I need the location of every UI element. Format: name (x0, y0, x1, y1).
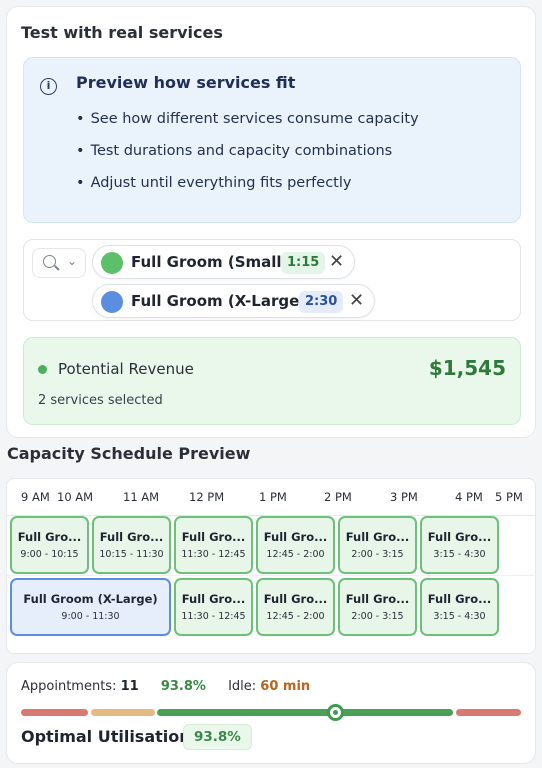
appointment-time: 2:00 - 3:15 (351, 549, 404, 560)
appointment-time: 12:45 - 2:00 (266, 611, 325, 622)
appointment-time: 9:00 - 11:30 (61, 611, 120, 622)
hour-label: 2 PM (324, 490, 352, 504)
appointment-time: 3:15 - 4:30 (433, 549, 486, 560)
utilisation-bar-low (21, 709, 88, 716)
appointment-name: Full Gro... (263, 530, 328, 544)
remove-service-icon[interactable]: ✕ (349, 290, 364, 311)
appointment-block[interactable]: Full Gro... 11:30 - 12:45 (174, 516, 253, 574)
appointment-block[interactable]: Full Gro... 3:15 - 4:30 (420, 516, 499, 574)
service-chip-name: Full Groom (Small) (131, 253, 289, 271)
appointment-name: Full Gro... (427, 592, 492, 606)
idle-value: 60 min (260, 679, 311, 694)
appointment-name: Full Gro... (345, 592, 410, 606)
appointment-time: 10:15 - 11:30 (99, 549, 164, 560)
appointments-label: Appointments: (21, 679, 117, 694)
service-chip-name: Full Groom (X-Large) (131, 292, 307, 310)
appointment-block[interactable]: Full Groom (X-Large) 9:00 - 11:30 (10, 578, 171, 636)
service-chip[interactable]: Full Groom (X-Large) 2:30 ✕ (92, 284, 375, 318)
appointment-name: Full Groom (X-Large) (23, 592, 158, 606)
info-bullet: See how different services consume capac… (76, 108, 419, 140)
test-services-card: Test with real services i Preview how se… (6, 6, 536, 438)
revenue-label: Potential Revenue (58, 360, 194, 378)
appointment-block[interactable]: Full Gro... 12:45 - 2:00 (256, 516, 335, 574)
appointment-block[interactable]: Full Gro... 2:00 - 3:15 (338, 516, 417, 574)
utilisation-status-label: Optimal Utilisation (21, 727, 191, 746)
appointment-time: 12:45 - 2:00 (266, 549, 325, 560)
appointment-name: Full Gro... (427, 530, 492, 544)
service-duration-badge: 1:15 (281, 252, 326, 274)
revenue-panel: Potential Revenue $1,545 2 services sele… (23, 337, 521, 425)
hour-label: 11 AM (123, 490, 160, 504)
appointment-block[interactable]: Full Gro... 3:15 - 4:30 (420, 578, 499, 636)
schedule-timeline: 9 AM 10 AM 11 AM 12 PM 1 PM 2 PM 3 PM 4 … (6, 478, 536, 654)
appointment-name: Full Gro... (345, 530, 410, 544)
appointment-name: Full Gro... (17, 530, 82, 544)
appointment-name: Full Gro... (263, 592, 328, 606)
service-picker: ⌄ Full Groom (Small) 1:15 ✕ Full Groom (… (23, 239, 521, 321)
hour-label: 3 PM (390, 490, 418, 504)
appointment-time: 11:30 - 12:45 (181, 611, 246, 622)
schedule-title: Capacity Schedule Preview (7, 444, 251, 463)
appointments-count: 11 (120, 679, 139, 694)
service-duration-badge: 2:30 (299, 291, 344, 313)
hour-label: 9 AM (21, 490, 50, 504)
appointment-name: Full Gro... (99, 530, 164, 544)
service-color-dot (101, 291, 123, 313)
search-icon (43, 255, 56, 268)
utilisation-badge: 93.8% (183, 724, 252, 750)
info-bullet: Adjust until everything fits perfectly (76, 172, 419, 204)
hour-label: 10 AM (57, 490, 94, 504)
appointment-block[interactable]: Full Gro... 10:15 - 11:30 (92, 516, 171, 574)
utilisation-bar-mid (91, 709, 155, 716)
hour-label: 1 PM (259, 490, 287, 504)
appointment-block[interactable]: Full Gro... 11:30 - 12:45 (174, 578, 253, 636)
utilisation-card: Appointments: 11 93.8% Idle: 60 min Opti… (6, 662, 536, 764)
info-panel: i Preview how services fit See how diffe… (23, 57, 521, 223)
revenue-value: $1,545 (428, 356, 506, 380)
info-bullet: Test durations and capacity combinations (76, 140, 419, 172)
remove-service-icon[interactable]: ✕ (329, 251, 344, 272)
idle-label: Idle: (228, 679, 257, 694)
row-divider (7, 575, 535, 576)
appointment-time: 9:00 - 10:15 (20, 549, 79, 560)
utilisation-bar-high (456, 709, 521, 716)
hour-label: 4 PM (455, 490, 483, 504)
appointment-time: 3:15 - 4:30 (433, 611, 486, 622)
info-list: See how different services consume capac… (76, 108, 419, 204)
service-chip[interactable]: Full Groom (Small) 1:15 ✕ (92, 245, 355, 279)
appointment-name: Full Gro... (181, 530, 246, 544)
services-selected-count: 2 services selected (38, 393, 163, 408)
utilisation-stats: Appointments: 11 93.8% Idle: 60 min (21, 679, 310, 694)
utilisation-percent: 93.8% (160, 679, 206, 694)
hour-label: 5 PM (495, 490, 523, 504)
service-search-dropdown[interactable]: ⌄ (32, 248, 86, 278)
appointment-name: Full Gro... (181, 592, 246, 606)
appointment-block[interactable]: Full Gro... 2:00 - 3:15 (338, 578, 417, 636)
info-icon: i (40, 78, 57, 95)
utilisation-bar-optimal (157, 709, 453, 716)
appointment-time: 11:30 - 12:45 (181, 549, 246, 560)
chevron-down-icon: ⌄ (67, 254, 78, 268)
info-title: Preview how services fit (76, 73, 296, 92)
utilisation-slider-thumb[interactable] (327, 704, 344, 721)
status-dot (38, 365, 47, 374)
service-color-dot (101, 252, 123, 274)
appointment-block[interactable]: Full Gro... 12:45 - 2:00 (256, 578, 335, 636)
hour-label: 12 PM (189, 490, 225, 504)
section-title: Test with real services (21, 23, 223, 42)
appointment-time: 2:00 - 3:15 (351, 611, 404, 622)
appointment-block[interactable]: Full Gro... 9:00 - 10:15 (10, 516, 89, 574)
